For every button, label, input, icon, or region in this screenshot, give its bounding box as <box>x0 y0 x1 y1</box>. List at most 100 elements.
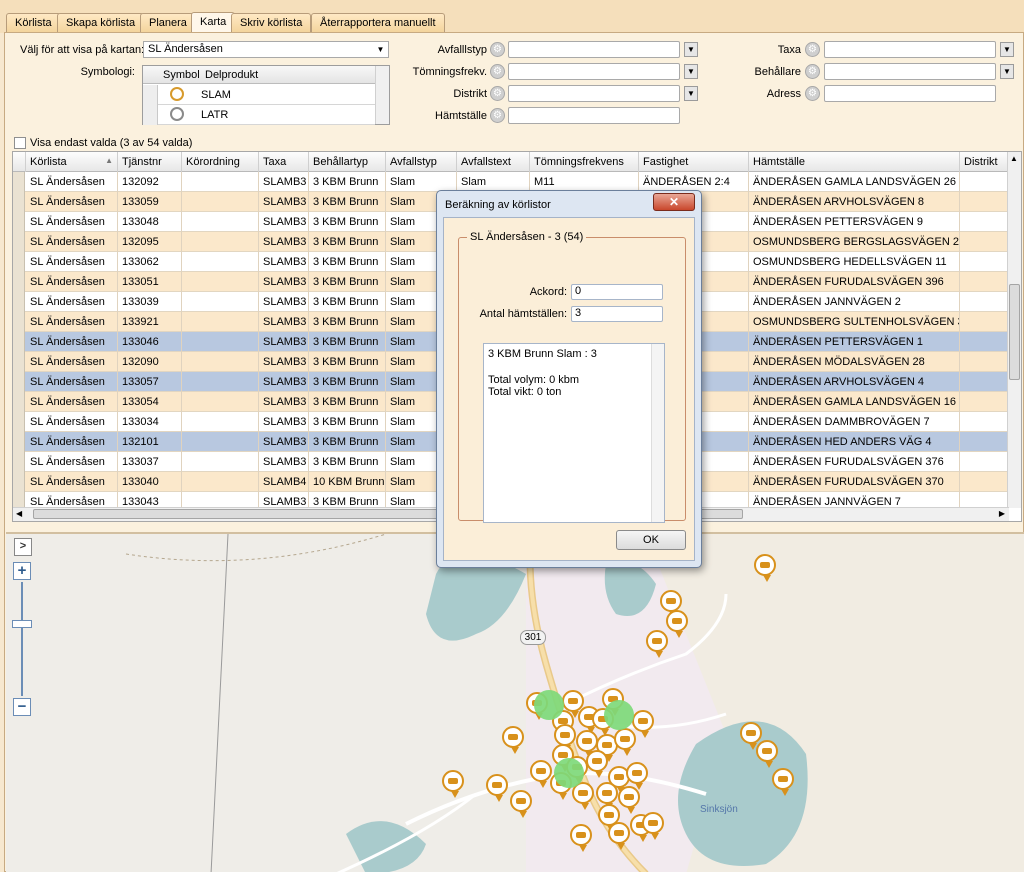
summary-scrollbar[interactable] <box>651 344 664 522</box>
ackord-input[interactable]: 0 <box>571 284 663 300</box>
cell-korlista: SL Ändersåsen <box>26 212 118 232</box>
zoom-in-button[interactable]: + <box>13 562 31 580</box>
gear-icon[interactable]: ⚙ <box>805 86 820 101</box>
tab-korlista[interactable]: Körlista <box>6 13 61 33</box>
slam-marker-icon[interactable] <box>618 786 640 814</box>
cell-korordning <box>182 452 259 472</box>
ok-button[interactable]: OK <box>616 530 686 550</box>
slam-marker-icon[interactable] <box>596 782 618 810</box>
slam-marker-icon[interactable] <box>586 750 608 778</box>
table-row[interactable]: SL Ändersåsen 132092 SLAMB3 3 KBM Brunn Slam… <box>13 172 1009 192</box>
slam-marker-icon[interactable] <box>530 760 552 788</box>
cell-distrikt <box>960 352 1009 372</box>
scroll-left-icon[interactable]: ◀ <box>16 509 22 518</box>
tab-skapa-korlista[interactable]: Skapa körlista <box>57 13 145 33</box>
tab-karta[interactable]: Karta <box>191 12 236 34</box>
column-header-avfallstyp[interactable]: Avfallstyp <box>386 152 457 172</box>
cell-hamtstalle: ÄNDERÅSEN ARVHOLSVÄGEN 8 <box>749 192 960 212</box>
slam-marker-icon[interactable] <box>754 554 776 582</box>
gear-icon[interactable]: ⚙ <box>490 108 505 123</box>
korlista-select[interactable]: SL Ändersåsen ▼ <box>143 41 389 58</box>
gear-icon[interactable]: ⚙ <box>490 42 505 57</box>
cell-taxa: SLAMB3 <box>259 372 309 392</box>
column-header-taxa[interactable]: Taxa <box>259 152 309 172</box>
distrikt-dropdown-button[interactable]: ▼ <box>684 86 698 101</box>
slam-marker-icon[interactable] <box>442 770 464 798</box>
cell-korlista: SL Ändersåsen <box>26 432 118 452</box>
slam-marker-icon[interactable] <box>626 762 648 790</box>
slam-marker-icon[interactable] <box>608 822 630 850</box>
taxa-dropdown-button[interactable]: ▼ <box>1000 42 1014 57</box>
slam-marker-icon[interactable] <box>614 728 636 756</box>
slam-marker-icon[interactable] <box>502 726 524 754</box>
slam-marker-icon[interactable] <box>632 710 654 738</box>
cell-korlista: SL Ändersåsen <box>26 352 118 372</box>
map-toggle-button[interactable]: > <box>14 538 32 556</box>
gear-icon[interactable]: ⚙ <box>805 42 820 57</box>
slam-marker-icon[interactable] <box>510 790 532 818</box>
scroll-up-icon[interactable]: ▲ <box>1010 154 1018 163</box>
tab-aterrapportera-manuellt[interactable]: Återrapportera manuellt <box>311 13 445 33</box>
column-header-korlista[interactable]: Körlista ▲ <box>26 152 118 172</box>
zoom-slider-track[interactable] <box>21 582 23 696</box>
column-header-tjanstnr[interactable]: Tjänstnr <box>118 152 182 172</box>
grid-vertical-scrollbar[interactable]: ▲ <box>1007 152 1021 508</box>
selected-location-marker[interactable] <box>534 690 564 720</box>
column-header-distrikt[interactable]: Distrikt <box>960 152 1009 172</box>
gear-icon[interactable]: ⚙ <box>490 64 505 79</box>
antal-hamtstallen-input[interactable]: 3 <box>571 306 663 322</box>
zoom-slider-handle[interactable] <box>12 620 32 628</box>
tomningsfrekv-dropdown-button[interactable]: ▼ <box>684 64 698 79</box>
summary-textbox[interactable]: 3 KBM Brunn Slam : 3 Total volym: 0 kbm … <box>483 343 665 523</box>
column-header-hamtstalle[interactable]: Hämtställe <box>749 152 960 172</box>
map-view[interactable]: 301 Sinksjön > + − <box>6 532 1024 872</box>
lake-label: Sinksjön <box>700 804 738 815</box>
slam-marker-icon[interactable] <box>666 610 688 638</box>
column-header-avfallstext[interactable]: Avfallstext <box>457 152 530 172</box>
tab-planera[interactable]: Planera <box>140 13 196 33</box>
slam-marker-icon[interactable] <box>554 724 576 752</box>
column-header-fastighet[interactable]: Fastighet <box>639 152 749 172</box>
slam-marker-icon[interactable] <box>756 740 778 768</box>
slam-marker-icon[interactable] <box>486 774 508 802</box>
adress-input[interactable] <box>824 85 996 102</box>
slam-marker-icon[interactable] <box>646 630 668 658</box>
avfallstyp-input[interactable] <box>508 41 680 58</box>
cell-korlista: SL Ändersåsen <box>26 412 118 432</box>
grid-scroll-thumb[interactable] <box>1009 284 1020 380</box>
close-icon[interactable]: ✕ <box>653 193 695 211</box>
slam-marker-icon[interactable] <box>740 722 762 750</box>
cell-behallartyp: 3 KBM Brunn <box>309 272 386 292</box>
avfallstyp-dropdown-button[interactable]: ▼ <box>684 42 698 57</box>
tab-skriv-korlista[interactable]: Skriv körlista <box>231 13 312 33</box>
column-header-korordning[interactable]: Körordning <box>182 152 259 172</box>
column-header-behallartyp[interactable]: Behållartyp <box>309 152 386 172</box>
symbology-row-slam[interactable]: SLAM <box>143 85 375 105</box>
scroll-right-icon[interactable]: ▶ <box>999 509 1005 518</box>
behallare-input[interactable] <box>824 63 996 80</box>
slam-marker-icon[interactable] <box>660 590 682 618</box>
cell-taxa: SLAMB3 <box>259 332 309 352</box>
slam-marker-icon[interactable] <box>576 730 598 758</box>
cell-avfallstyp: Slam <box>386 172 457 192</box>
slam-marker-icon[interactable] <box>642 812 664 840</box>
visa-endast-valda-checkbox[interactable] <box>14 137 26 149</box>
cell-avfallstext: Slam <box>457 172 530 192</box>
column-header-tomningsfrekvens[interactable]: Tömningsfrekvens <box>530 152 639 172</box>
zoom-out-button[interactable]: − <box>13 698 31 716</box>
taxa-input[interactable] <box>824 41 996 58</box>
behallare-dropdown-button[interactable]: ▼ <box>1000 64 1014 79</box>
hamtstalle-input[interactable] <box>508 107 680 124</box>
cell-korordning <box>182 312 259 332</box>
gear-icon[interactable]: ⚙ <box>805 64 820 79</box>
slam-marker-icon[interactable] <box>570 824 592 852</box>
distrikt-input[interactable] <box>508 85 680 102</box>
tomningsfrekv-input[interactable] <box>508 63 680 80</box>
cell-korordning <box>182 472 259 492</box>
symbology-scrollbar[interactable] <box>375 66 389 124</box>
selected-location-marker[interactable] <box>554 758 584 788</box>
gear-icon[interactable]: ⚙ <box>490 86 505 101</box>
selected-location-marker[interactable] <box>604 700 634 730</box>
slam-marker-icon[interactable] <box>772 768 794 796</box>
symbology-row-latr[interactable]: LATR <box>143 105 375 125</box>
